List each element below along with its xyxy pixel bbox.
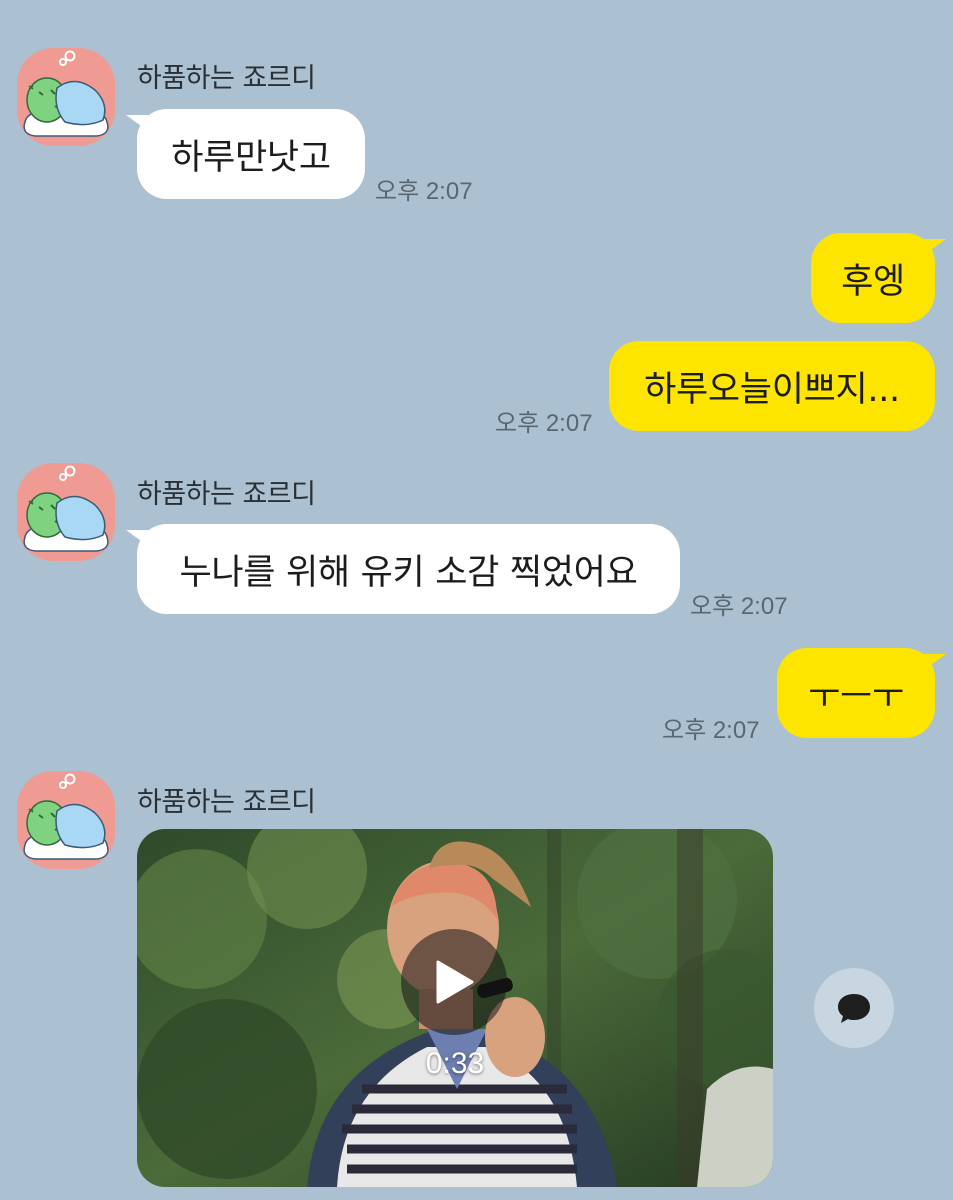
message-time: 오후 2:07 xyxy=(495,410,593,437)
sender-name: 하품하는 죠르디 xyxy=(137,787,316,818)
message-text: 누나를 위해 유키 소감 찍었어요 xyxy=(179,552,638,593)
share-button[interactable] xyxy=(814,968,894,1048)
message-text: 하루오늘이쁘지... xyxy=(644,369,900,410)
avatar[interactable] xyxy=(17,771,115,869)
message-time: 오후 2:07 xyxy=(690,593,788,620)
speech-bubble-icon xyxy=(838,994,870,1023)
sender-name: 하품하는 죠르디 xyxy=(137,479,316,510)
avatar[interactable] xyxy=(17,48,115,146)
jordy-sleeping-avatar-icon xyxy=(23,465,109,552)
message-time: 오후 2:07 xyxy=(375,178,473,205)
message-text: 하루만낫고 xyxy=(171,137,331,178)
avatar[interactable] xyxy=(17,463,115,561)
message-bubble-outgoing[interactable]: 하루오늘이쁘지... xyxy=(609,341,935,431)
message-bubble-incoming[interactable]: 하루만낫고 xyxy=(126,109,365,199)
play-button[interactable] xyxy=(401,929,507,1035)
message-time: 오후 2:07 xyxy=(662,717,760,744)
message-bubble-outgoing[interactable]: ㅜㅡㅜ xyxy=(777,648,946,738)
message-text: 후엥 xyxy=(841,261,905,302)
video-duration: 0:33 xyxy=(425,1047,485,1080)
jordy-sleeping-avatar-icon xyxy=(23,773,109,860)
message-text: ㅜㅡㅜ xyxy=(808,676,904,717)
message-bubble-incoming[interactable]: 누나를 위해 유키 소감 찍었어요 xyxy=(126,524,680,614)
message-bubble-outgoing[interactable]: 후엥 xyxy=(811,233,946,323)
jordy-sleeping-avatar-icon xyxy=(23,50,109,137)
sender-name: 하품하는 죠르디 xyxy=(137,63,316,94)
play-icon xyxy=(436,960,474,1004)
